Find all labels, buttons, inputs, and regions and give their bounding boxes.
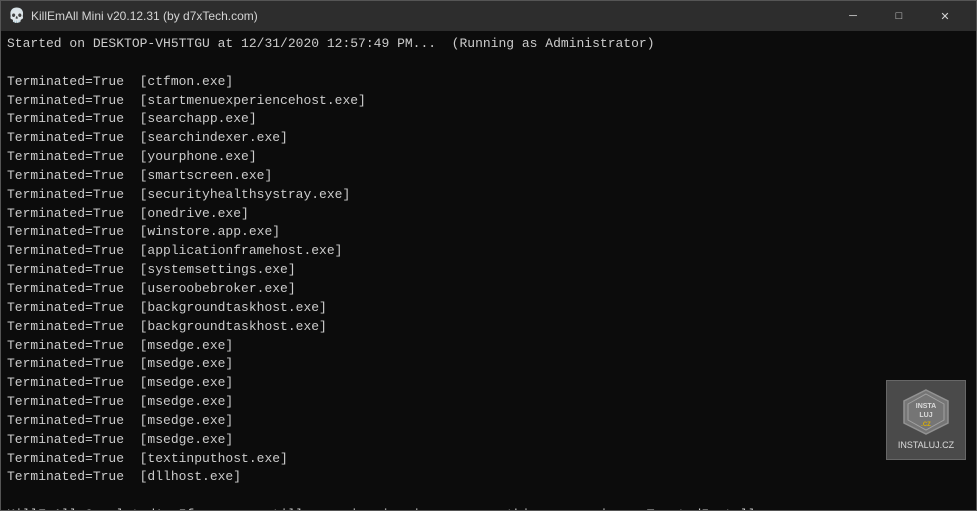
- terminated-line: Terminated=True [msedge.exe]: [7, 355, 970, 374]
- watermark-label: INSTALUJ.CZ: [898, 439, 954, 452]
- terminated-line: Terminated=True [smartscreen.exe]: [7, 167, 970, 186]
- blank-line-2: [7, 487, 970, 506]
- blank-line-1: [7, 54, 970, 73]
- watermark-box: INSTA LUJ .CZ INSTALUJ.CZ: [886, 380, 966, 460]
- app-icon: 💀: [9, 8, 25, 24]
- terminated-line: Terminated=True [searchindexer.exe]: [7, 129, 970, 148]
- terminated-lines-container: Terminated=True [ctfmon.exe]Terminated=T…: [7, 73, 970, 488]
- terminated-line: Terminated=True [backgroundtaskhost.exe]: [7, 318, 970, 337]
- terminated-line: Terminated=True [msedge.exe]: [7, 393, 970, 412]
- terminated-line: Terminated=True [onedrive.exe]: [7, 205, 970, 224]
- console-area: Started on DESKTOP-VH5TTGU at 12/31/2020…: [1, 31, 976, 510]
- terminated-line: Terminated=True [searchapp.exe]: [7, 110, 970, 129]
- svg-text:INSTA: INSTA: [916, 403, 936, 410]
- terminated-line: Terminated=True [backgroundtaskhost.exe]: [7, 299, 970, 318]
- terminated-line: Terminated=True [securityhealthsystray.e…: [7, 186, 970, 205]
- svg-text:LUJ: LUJ: [919, 412, 932, 419]
- app-window: 💀 KillEmAll Mini v20.12.31 (by d7xTech.c…: [0, 0, 977, 511]
- title-bar-controls: ─ □ ✕: [830, 1, 968, 31]
- svg-text:.CZ: .CZ: [921, 422, 931, 428]
- terminated-line: Terminated=True [ctfmon.exe]: [7, 73, 970, 92]
- terminated-line: Terminated=True [applicationframehost.ex…: [7, 242, 970, 261]
- terminated-line: Terminated=True [startmenuexperiencehost…: [7, 92, 970, 111]
- terminated-line: Terminated=True [msedge.exe]: [7, 431, 970, 450]
- maximize-button[interactable]: □: [876, 1, 922, 31]
- close-button[interactable]: ✕: [922, 1, 968, 31]
- watermark: INSTA LUJ .CZ INSTALUJ.CZ: [886, 380, 966, 460]
- terminated-line: Terminated=True [yourphone.exe]: [7, 148, 970, 167]
- completed-line: KillEmAll Completed! If you are still ex…: [7, 506, 970, 510]
- terminated-line: Terminated=True [textinputhost.exe]: [7, 450, 970, 469]
- terminated-line: Terminated=True [systemsettings.exe]: [7, 261, 970, 280]
- terminated-line: Terminated=True [msedge.exe]: [7, 412, 970, 431]
- terminated-line: Terminated=True [msedge.exe]: [7, 337, 970, 356]
- watermark-logo-svg: INSTA LUJ .CZ: [902, 388, 950, 436]
- title-bar: 💀 KillEmAll Mini v20.12.31 (by d7xTech.c…: [1, 1, 976, 31]
- minimize-button[interactable]: ─: [830, 1, 876, 31]
- title-bar-text: KillEmAll Mini v20.12.31 (by d7xTech.com…: [31, 9, 830, 23]
- terminated-line: Terminated=True [winstore.app.exe]: [7, 223, 970, 242]
- start-line: Started on DESKTOP-VH5TTGU at 12/31/2020…: [7, 35, 970, 54]
- terminated-line: Terminated=True [useroobebroker.exe]: [7, 280, 970, 299]
- terminated-line: Terminated=True [dllhost.exe]: [7, 468, 970, 487]
- terminated-line: Terminated=True [msedge.exe]: [7, 374, 970, 393]
